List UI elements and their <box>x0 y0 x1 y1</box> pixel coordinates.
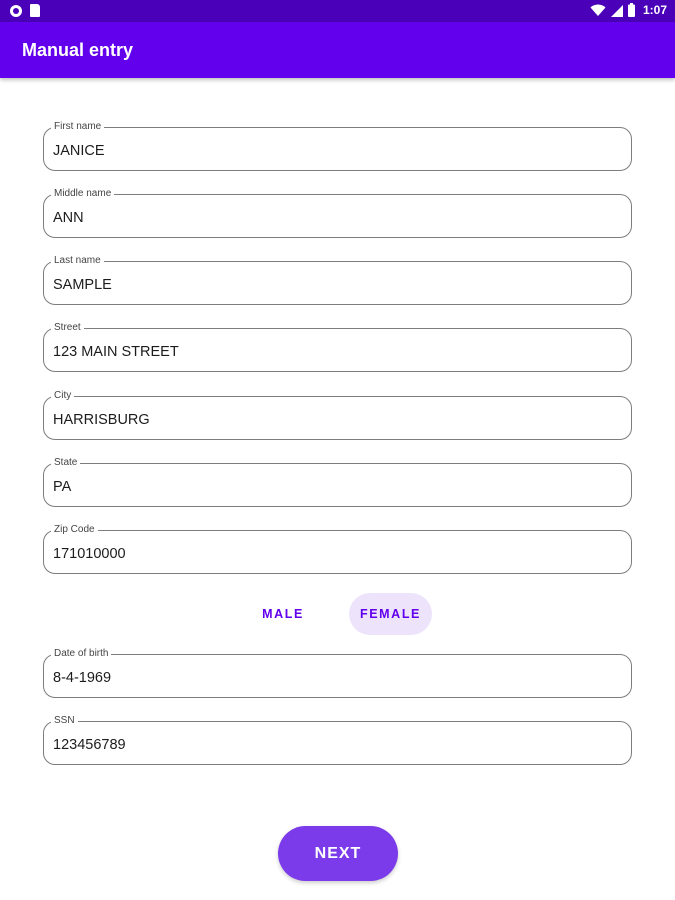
zip-code-field[interactable]: Zip Code 171010000 <box>43 523 632 574</box>
status-bar: 1:07 <box>0 0 675 22</box>
date-of-birth-field[interactable]: Date of birth 8-4-1969 <box>43 647 632 698</box>
battery-icon <box>627 3 635 17</box>
middle-name-label: Middle name <box>51 187 115 201</box>
sd-card-icon <box>30 4 40 17</box>
middle-name-value: ANN <box>53 210 84 226</box>
zip-code-value: 171010000 <box>53 546 126 562</box>
street-field[interactable]: Street 123 MAIN STREET <box>43 321 632 372</box>
city-value: HARRISBURG <box>53 412 150 428</box>
male-toggle-button[interactable]: MALE <box>244 593 322 635</box>
status-bar-left <box>10 4 40 17</box>
state-field[interactable]: State PA <box>43 456 632 507</box>
status-time: 1:07 <box>642 3 667 17</box>
zip-code-label: Zip Code <box>51 523 98 537</box>
state-label: State <box>51 456 81 470</box>
wifi-icon <box>590 4 606 16</box>
ssn-value: 123456789 <box>53 737 126 753</box>
middle-name-field[interactable]: Middle name ANN <box>43 187 632 238</box>
first-name-label: First name <box>51 120 105 134</box>
app-bar: Manual entry <box>0 22 675 78</box>
last-name-field[interactable]: Last name SAMPLE <box>43 254 632 305</box>
app-bar-title: Manual entry <box>22 40 134 60</box>
ssn-label: SSN <box>51 714 78 728</box>
last-name-value: SAMPLE <box>53 277 112 293</box>
next-button[interactable]: NEXT <box>278 826 398 881</box>
circle-notification-icon <box>10 4 22 17</box>
last-name-label: Last name <box>51 254 104 268</box>
ssn-field[interactable]: SSN 123456789 <box>43 714 632 765</box>
street-value: 123 MAIN STREET <box>53 344 179 360</box>
first-name-field[interactable]: First name JANICE <box>43 120 632 171</box>
street-label: Street <box>51 321 84 335</box>
signal-icon <box>610 4 623 17</box>
city-label: City <box>51 389 75 403</box>
status-bar-right: 1:07 <box>590 3 667 17</box>
first-name-value: JANICE <box>53 143 105 159</box>
date-of-birth-label: Date of birth <box>51 647 112 661</box>
state-value: PA <box>53 479 72 495</box>
date-of-birth-value: 8-4-1969 <box>53 670 112 686</box>
female-toggle-button[interactable]: FEMALE <box>349 593 432 635</box>
city-field[interactable]: City HARRISBURG <box>43 389 632 440</box>
